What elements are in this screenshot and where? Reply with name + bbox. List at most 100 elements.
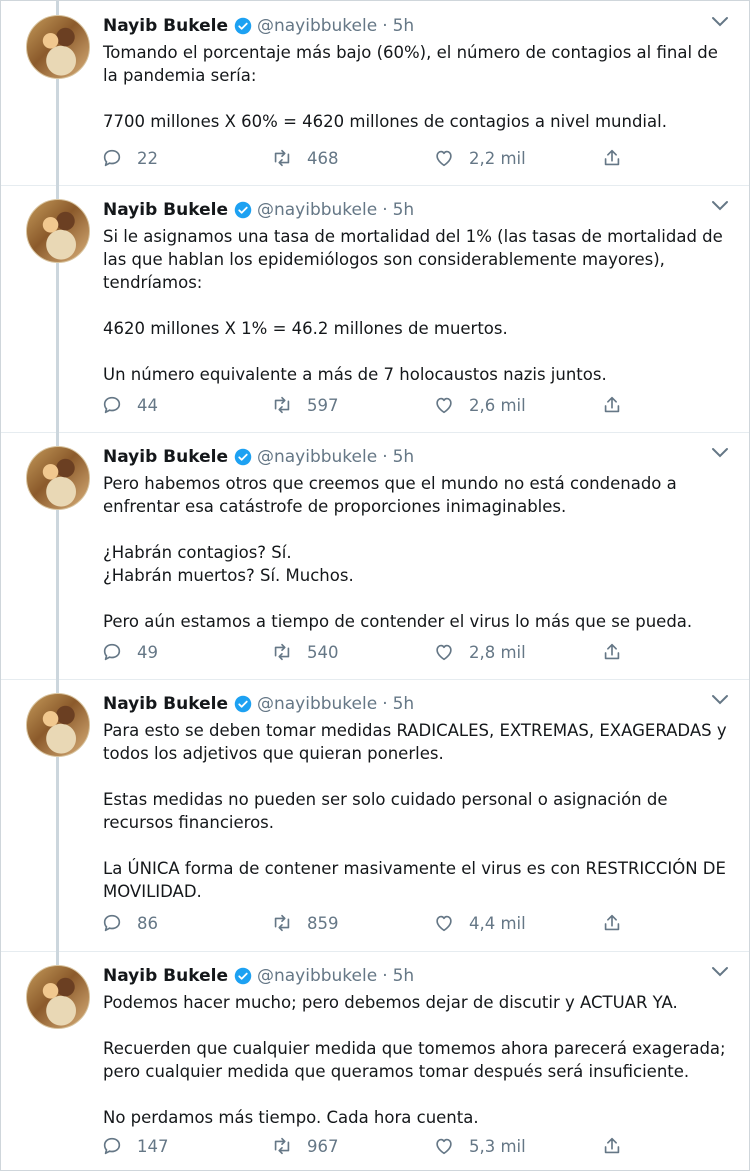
tweet-paragraph: Recuerden que cualquier medida que tomem… (103, 1039, 726, 1081)
avatar[interactable] (26, 693, 90, 757)
timestamp[interactable]: 5h (393, 694, 415, 714)
heart-icon (436, 644, 452, 661)
like-button[interactable]: 2,6 mil (433, 392, 526, 418)
timestamp[interactable]: 5h (393, 16, 415, 36)
tweet-paragraph: ¿Habrán contagios? Sí. ¿Habrán muertos? … (103, 543, 354, 585)
thread-connector (56, 757, 59, 951)
tweet-paragraph: Pero habemos otros que creemos que el mu… (103, 474, 677, 516)
reply-button[interactable]: 22 (101, 145, 158, 171)
tweet[interactable]: Nayib Bukele @nayibbukele · 5h Tomando e… (1, 1, 749, 186)
tweet-paragraph: Si le asignamos una tasa de mortalidad d… (103, 227, 723, 292)
chevron-down-icon[interactable] (711, 446, 729, 460)
separator-dot: · (382, 694, 388, 714)
heart-icon (436, 915, 452, 932)
retweet-button[interactable]: 597 (271, 392, 339, 418)
chevron-down-icon[interactable] (711, 199, 729, 213)
tweet[interactable]: Nayib Bukele @nayibbukele · 5h Si le asi… (1, 185, 749, 433)
thread-connector (56, 510, 59, 679)
tweet-paragraph: Tomando el porcentaje más bajo (60%), el… (103, 43, 718, 85)
share-icon (604, 643, 620, 660)
thread-connector (56, 79, 59, 185)
tweet-text: Podemos hacer mucho; pero debemos dejar … (103, 991, 729, 1129)
reply-button[interactable]: 147 (101, 1133, 169, 1159)
tweet[interactable]: Nayib Bukele @nayibbukele · 5h Podemos h… (1, 951, 749, 1170)
thread-connector (56, 432, 59, 446)
author-handle[interactable]: @nayibbukele (257, 694, 377, 714)
reply-icon (103, 396, 121, 414)
retweet-button[interactable]: 967 (271, 1133, 339, 1159)
heart-icon (436, 397, 452, 414)
share-button[interactable] (601, 392, 637, 418)
avatar[interactable] (26, 15, 90, 79)
reply-count: 49 (137, 642, 158, 662)
author-handle[interactable]: @nayibbukele (257, 16, 377, 36)
retweet-count: 540 (307, 642, 339, 662)
like-button[interactable]: 2,2 mil (433, 145, 526, 171)
tweet-header: Nayib Bukele @nayibbukele · 5h (103, 197, 414, 223)
chevron-down-icon[interactable] (711, 693, 729, 707)
timestamp[interactable]: 5h (393, 200, 415, 220)
reply-icon (103, 149, 121, 167)
avatar[interactable] (26, 446, 90, 510)
share-icon (604, 149, 620, 166)
retweet-button[interactable]: 540 (271, 639, 339, 665)
reply-count: 147 (137, 1136, 169, 1156)
timestamp[interactable]: 5h (393, 447, 415, 467)
like-count: 2,8 mil (469, 642, 526, 662)
chevron-down-icon[interactable] (711, 15, 729, 29)
like-button[interactable]: 5,3 mil (433, 1133, 526, 1159)
author-handle[interactable]: @nayibbukele (257, 200, 377, 220)
verified-badge-icon (234, 695, 252, 713)
tweet-header: Nayib Bukele @nayibbukele · 5h (103, 444, 414, 470)
tweet-actions: 22 468 2,2 mil (101, 145, 641, 171)
thread-connector (56, 185, 59, 199)
retweet-button[interactable]: 468 (271, 145, 339, 171)
retweet-count: 597 (307, 395, 339, 415)
thread-connector (56, 263, 59, 432)
reply-button[interactable]: 49 (101, 639, 158, 665)
like-count: 5,3 mil (469, 1136, 526, 1156)
tweet-paragraph: Para esto se deben tomar medidas RADICAL… (103, 721, 727, 763)
reply-button[interactable]: 44 (101, 392, 158, 418)
author-name[interactable]: Nayib Bukele (103, 694, 228, 714)
author-handle[interactable]: @nayibbukele (257, 966, 377, 986)
author-name[interactable]: Nayib Bukele (103, 16, 228, 36)
share-button[interactable] (601, 145, 637, 171)
avatar[interactable] (26, 965, 90, 1029)
tweet-actions: 147 967 5,3 mil (101, 1133, 641, 1159)
author-name[interactable]: Nayib Bukele (103, 200, 228, 220)
reply-icon (103, 643, 121, 661)
retweet-icon (274, 914, 290, 932)
retweet-count: 967 (307, 1136, 339, 1156)
separator-dot: · (382, 16, 388, 36)
tweet-paragraph: Podemos hacer mucho; pero debemos dejar … (103, 993, 678, 1012)
verified-badge-icon (234, 201, 252, 219)
reply-button[interactable]: 86 (101, 910, 158, 936)
share-button[interactable] (601, 639, 637, 665)
share-button[interactable] (601, 1133, 637, 1159)
heart-icon (436, 1138, 452, 1155)
tweet-paragraph: 7700 millones X 60% = 4620 millones de c… (103, 112, 667, 131)
thread-timeline: Nayib Bukele @nayibbukele · 5h Tomando e… (0, 0, 750, 1171)
separator-dot: · (382, 966, 388, 986)
chevron-down-icon[interactable] (711, 965, 729, 979)
author-name[interactable]: Nayib Bukele (103, 966, 228, 986)
avatar[interactable] (26, 199, 90, 263)
separator-dot: · (382, 447, 388, 467)
reply-count: 86 (137, 913, 158, 933)
share-button[interactable] (601, 910, 637, 936)
like-button[interactable]: 2,8 mil (433, 639, 526, 665)
tweet-paragraph: La ÚNICA forma de contener masivamente e… (103, 859, 726, 901)
tweet-header: Nayib Bukele @nayibbukele · 5h (103, 963, 414, 989)
timestamp[interactable]: 5h (393, 966, 415, 986)
verified-badge-icon (234, 967, 252, 985)
share-icon (604, 1137, 620, 1154)
author-handle[interactable]: @nayibbukele (257, 447, 377, 467)
author-name[interactable]: Nayib Bukele (103, 447, 228, 467)
like-button[interactable]: 4,4 mil (433, 910, 526, 936)
tweet-actions: 49 540 2,8 mil (101, 639, 641, 665)
reply-count: 44 (137, 395, 158, 415)
tweet[interactable]: Nayib Bukele @nayibbukele · 5h Pero habe… (1, 432, 749, 680)
retweet-button[interactable]: 859 (271, 910, 339, 936)
tweet[interactable]: Nayib Bukele @nayibbukele · 5h Para esto… (1, 679, 749, 952)
